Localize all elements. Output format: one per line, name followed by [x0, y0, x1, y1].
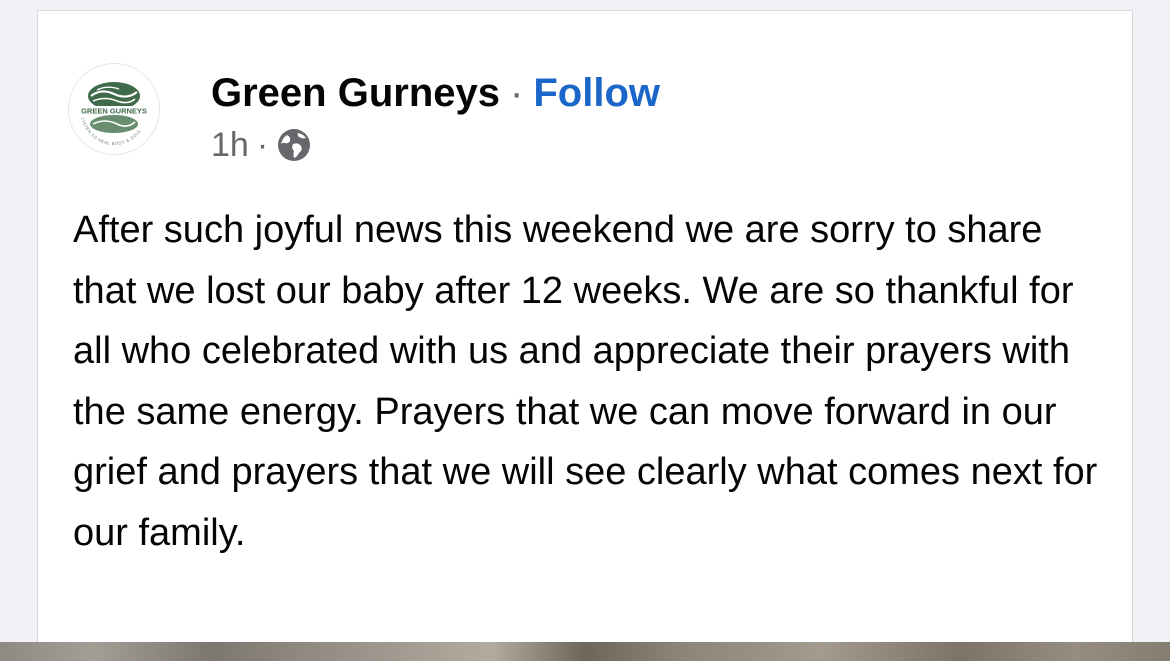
page: GREEN GURNEYS LISTEN TO HEAL BODY & SOUL… [0, 0, 1170, 661]
follow-button[interactable]: Follow [533, 69, 660, 117]
page-avatar[interactable]: GREEN GURNEYS LISTEN TO HEAL BODY & SOUL [68, 63, 160, 155]
avatar-text-top: GREEN GURNEYS [81, 107, 147, 116]
post-subinfo: 1h · [211, 125, 660, 165]
time-separator: · [256, 126, 269, 164]
author-name[interactable]: Green Gurneys [211, 69, 500, 117]
globe-icon[interactable] [276, 127, 312, 163]
author-row: Green Gurneys · Follow [211, 69, 660, 117]
post-header: GREEN GURNEYS LISTEN TO HEAL BODY & SOUL… [68, 63, 660, 165]
name-separator: · [510, 71, 524, 115]
post-photo-preview[interactable] [0, 642, 1170, 661]
post-time[interactable]: 1h [211, 125, 249, 165]
green-gurneys-logo-icon: GREEN GURNEYS LISTEN TO HEAL BODY & SOUL [81, 82, 147, 146]
post-meta: Green Gurneys · Follow 1h · [211, 69, 660, 165]
post-body: After such joyful news this weekend we a… [73, 209, 1098, 554]
post-card: GREEN GURNEYS LISTEN TO HEAL BODY & SOUL… [37, 10, 1133, 650]
